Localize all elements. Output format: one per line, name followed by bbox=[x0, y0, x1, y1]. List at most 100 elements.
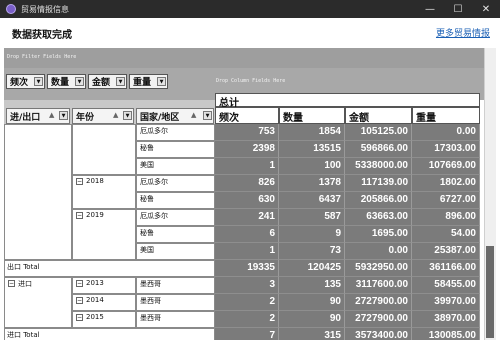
year-cell[interactable]: − 2018 bbox=[72, 175, 136, 209]
data-cell[interactable]: 6727.00 bbox=[412, 192, 480, 209]
collapse-icon[interactable]: − bbox=[76, 314, 83, 321]
collapse-icon[interactable]: − bbox=[76, 297, 83, 304]
data-cell[interactable]: 39970.00 bbox=[412, 294, 480, 311]
filter-drop-zone[interactable]: Drop Filter Fields Here bbox=[4, 48, 484, 68]
chevron-down-icon[interactable]: ▼ bbox=[59, 111, 68, 120]
data-cell[interactable]: 54.00 bbox=[412, 226, 480, 243]
year-cell[interactable]: − 2013 bbox=[72, 277, 136, 294]
table-row: 2 90 2727900.00 39970.00 bbox=[215, 294, 480, 311]
data-cell[interactable]: 38970.00 bbox=[412, 311, 480, 328]
data-cell[interactable]: 19335 bbox=[215, 260, 279, 277]
data-cell[interactable]: 5932950.00 bbox=[345, 260, 412, 277]
collapse-icon[interactable]: − bbox=[76, 178, 83, 185]
chevron-down-icon[interactable]: ▼ bbox=[116, 77, 125, 86]
data-field-button[interactable]: 金额 ▼ bbox=[88, 74, 127, 89]
data-cell[interactable]: 1802.00 bbox=[412, 175, 480, 192]
import-group-cell[interactable]: − 进口 bbox=[4, 277, 72, 328]
country-cell: 美国 bbox=[136, 158, 215, 175]
data-cell[interactable]: 896.00 bbox=[412, 209, 480, 226]
collapse-icon[interactable]: − bbox=[76, 280, 83, 287]
data-cell[interactable]: 1695.00 bbox=[345, 226, 412, 243]
data-cell[interactable]: 73 bbox=[279, 243, 345, 260]
year-cell[interactable]: − 2015 bbox=[72, 311, 136, 328]
data-cell[interactable]: 6 bbox=[215, 226, 279, 243]
year-cell[interactable]: − 2019 bbox=[72, 209, 136, 260]
data-cell[interactable]: 315 bbox=[279, 328, 345, 340]
data-cell[interactable]: 3 bbox=[215, 277, 279, 294]
sort-icon[interactable]: ▲ bbox=[49, 111, 54, 119]
data-cell[interactable]: 120425 bbox=[279, 260, 345, 277]
data-cell[interactable]: 2398 bbox=[215, 141, 279, 158]
row-field-button[interactable]: 国家/地区 ▲ ▼ bbox=[136, 108, 214, 124]
chevron-down-icon[interactable]: ▼ bbox=[157, 77, 166, 86]
data-cell[interactable]: 3573400.00 bbox=[345, 328, 412, 340]
chevron-down-icon[interactable]: ▼ bbox=[203, 111, 212, 120]
collapse-icon[interactable]: − bbox=[76, 212, 83, 219]
data-cell[interactable]: 17303.00 bbox=[412, 141, 480, 158]
data-cell[interactable]: 58455.00 bbox=[412, 277, 480, 294]
data-cell[interactable]: 361166.00 bbox=[412, 260, 480, 277]
data-cell[interactable]: 630 bbox=[215, 192, 279, 209]
data-cell[interactable]: 7 bbox=[215, 328, 279, 340]
data-cell[interactable]: 241 bbox=[215, 209, 279, 226]
year-cell[interactable]: − 2014 bbox=[72, 294, 136, 311]
measure-header: 重量 bbox=[412, 107, 480, 124]
data-cell[interactable]: 2727900.00 bbox=[345, 294, 412, 311]
column-drop-zone-label[interactable]: Drop Column Fields Here bbox=[216, 78, 285, 84]
data-cell[interactable]: 1378 bbox=[279, 175, 345, 192]
data-cell[interactable]: 25387.00 bbox=[412, 243, 480, 260]
data-cell[interactable]: 0.00 bbox=[345, 243, 412, 260]
data-cell[interactable]: 596866.00 bbox=[345, 141, 412, 158]
data-cell[interactable]: 9 bbox=[279, 226, 345, 243]
maximize-button[interactable]: ☐ bbox=[444, 0, 472, 18]
country-cell: 秘鲁 bbox=[136, 141, 215, 158]
window-controls: — ☐ ✕ bbox=[416, 0, 500, 18]
data-cell[interactable]: 0.00 bbox=[412, 124, 480, 141]
data-cell[interactable]: 13515 bbox=[279, 141, 345, 158]
data-cell[interactable]: 753 bbox=[215, 124, 279, 141]
sort-icon[interactable]: ▲ bbox=[113, 111, 118, 119]
scrollbar-thumb[interactable] bbox=[486, 246, 494, 338]
data-cell[interactable]: 130085.00 bbox=[412, 328, 480, 340]
data-cell[interactable]: 100 bbox=[279, 158, 345, 175]
data-cell[interactable]: 6437 bbox=[279, 192, 345, 209]
window-titlebar: 贸易情报信息 — ☐ ✕ bbox=[0, 0, 500, 18]
data-cell[interactable]: 5338000.00 bbox=[345, 158, 412, 175]
page-title: 数据获取完成 bbox=[12, 30, 72, 41]
data-cell[interactable]: 135 bbox=[279, 277, 345, 294]
table-row: 826 1378 117139.00 1802.00 bbox=[215, 175, 480, 192]
table-row: 2398 13515 596866.00 17303.00 bbox=[215, 141, 480, 158]
data-cell[interactable]: 107669.00 bbox=[412, 158, 480, 175]
data-cell[interactable]: 2 bbox=[215, 311, 279, 328]
data-cell[interactable]: 205866.00 bbox=[345, 192, 412, 209]
data-cell[interactable]: 2727900.00 bbox=[345, 311, 412, 328]
row-field-button[interactable]: 进/出口 ▲ ▼ bbox=[6, 108, 70, 124]
data-cell[interactable]: 1 bbox=[215, 158, 279, 175]
year-label: 2018 bbox=[86, 177, 104, 185]
data-cell[interactable]: 1 bbox=[215, 243, 279, 260]
data-cell[interactable]: 3117600.00 bbox=[345, 277, 412, 294]
data-cell[interactable]: 117139.00 bbox=[345, 175, 412, 192]
row-field-button[interactable]: 年份 ▲ ▼ bbox=[72, 108, 134, 124]
data-field-button[interactable]: 数量 ▼ bbox=[47, 74, 86, 89]
data-cell[interactable]: 90 bbox=[279, 311, 345, 328]
data-cell[interactable]: 63663.00 bbox=[345, 209, 412, 226]
close-button[interactable]: ✕ bbox=[472, 0, 500, 18]
data-cell[interactable]: 90 bbox=[279, 294, 345, 311]
sort-icon[interactable]: ▲ bbox=[191, 111, 196, 119]
data-cell[interactable]: 2 bbox=[215, 294, 279, 311]
chevron-down-icon[interactable]: ▼ bbox=[75, 77, 84, 86]
minimize-button[interactable]: — bbox=[416, 0, 444, 18]
data-cell[interactable]: 587 bbox=[279, 209, 345, 226]
chevron-down-icon[interactable]: ▼ bbox=[34, 77, 43, 86]
chevron-down-icon[interactable]: ▼ bbox=[123, 111, 132, 120]
data-cell[interactable]: 1854 bbox=[279, 124, 345, 141]
more-trade-info-link[interactable]: 更多贸易情报 bbox=[436, 26, 490, 39]
data-cell[interactable]: 105125.00 bbox=[345, 124, 412, 141]
export-total-row-label: 出口 Total bbox=[4, 260, 215, 277]
collapse-icon[interactable]: − bbox=[8, 280, 15, 287]
data-field-button[interactable]: 频次 ▼ bbox=[6, 74, 45, 89]
measure-header: 数量 bbox=[279, 107, 345, 124]
data-cell[interactable]: 826 bbox=[215, 175, 279, 192]
data-field-button[interactable]: 重量 ▼ bbox=[129, 74, 168, 89]
